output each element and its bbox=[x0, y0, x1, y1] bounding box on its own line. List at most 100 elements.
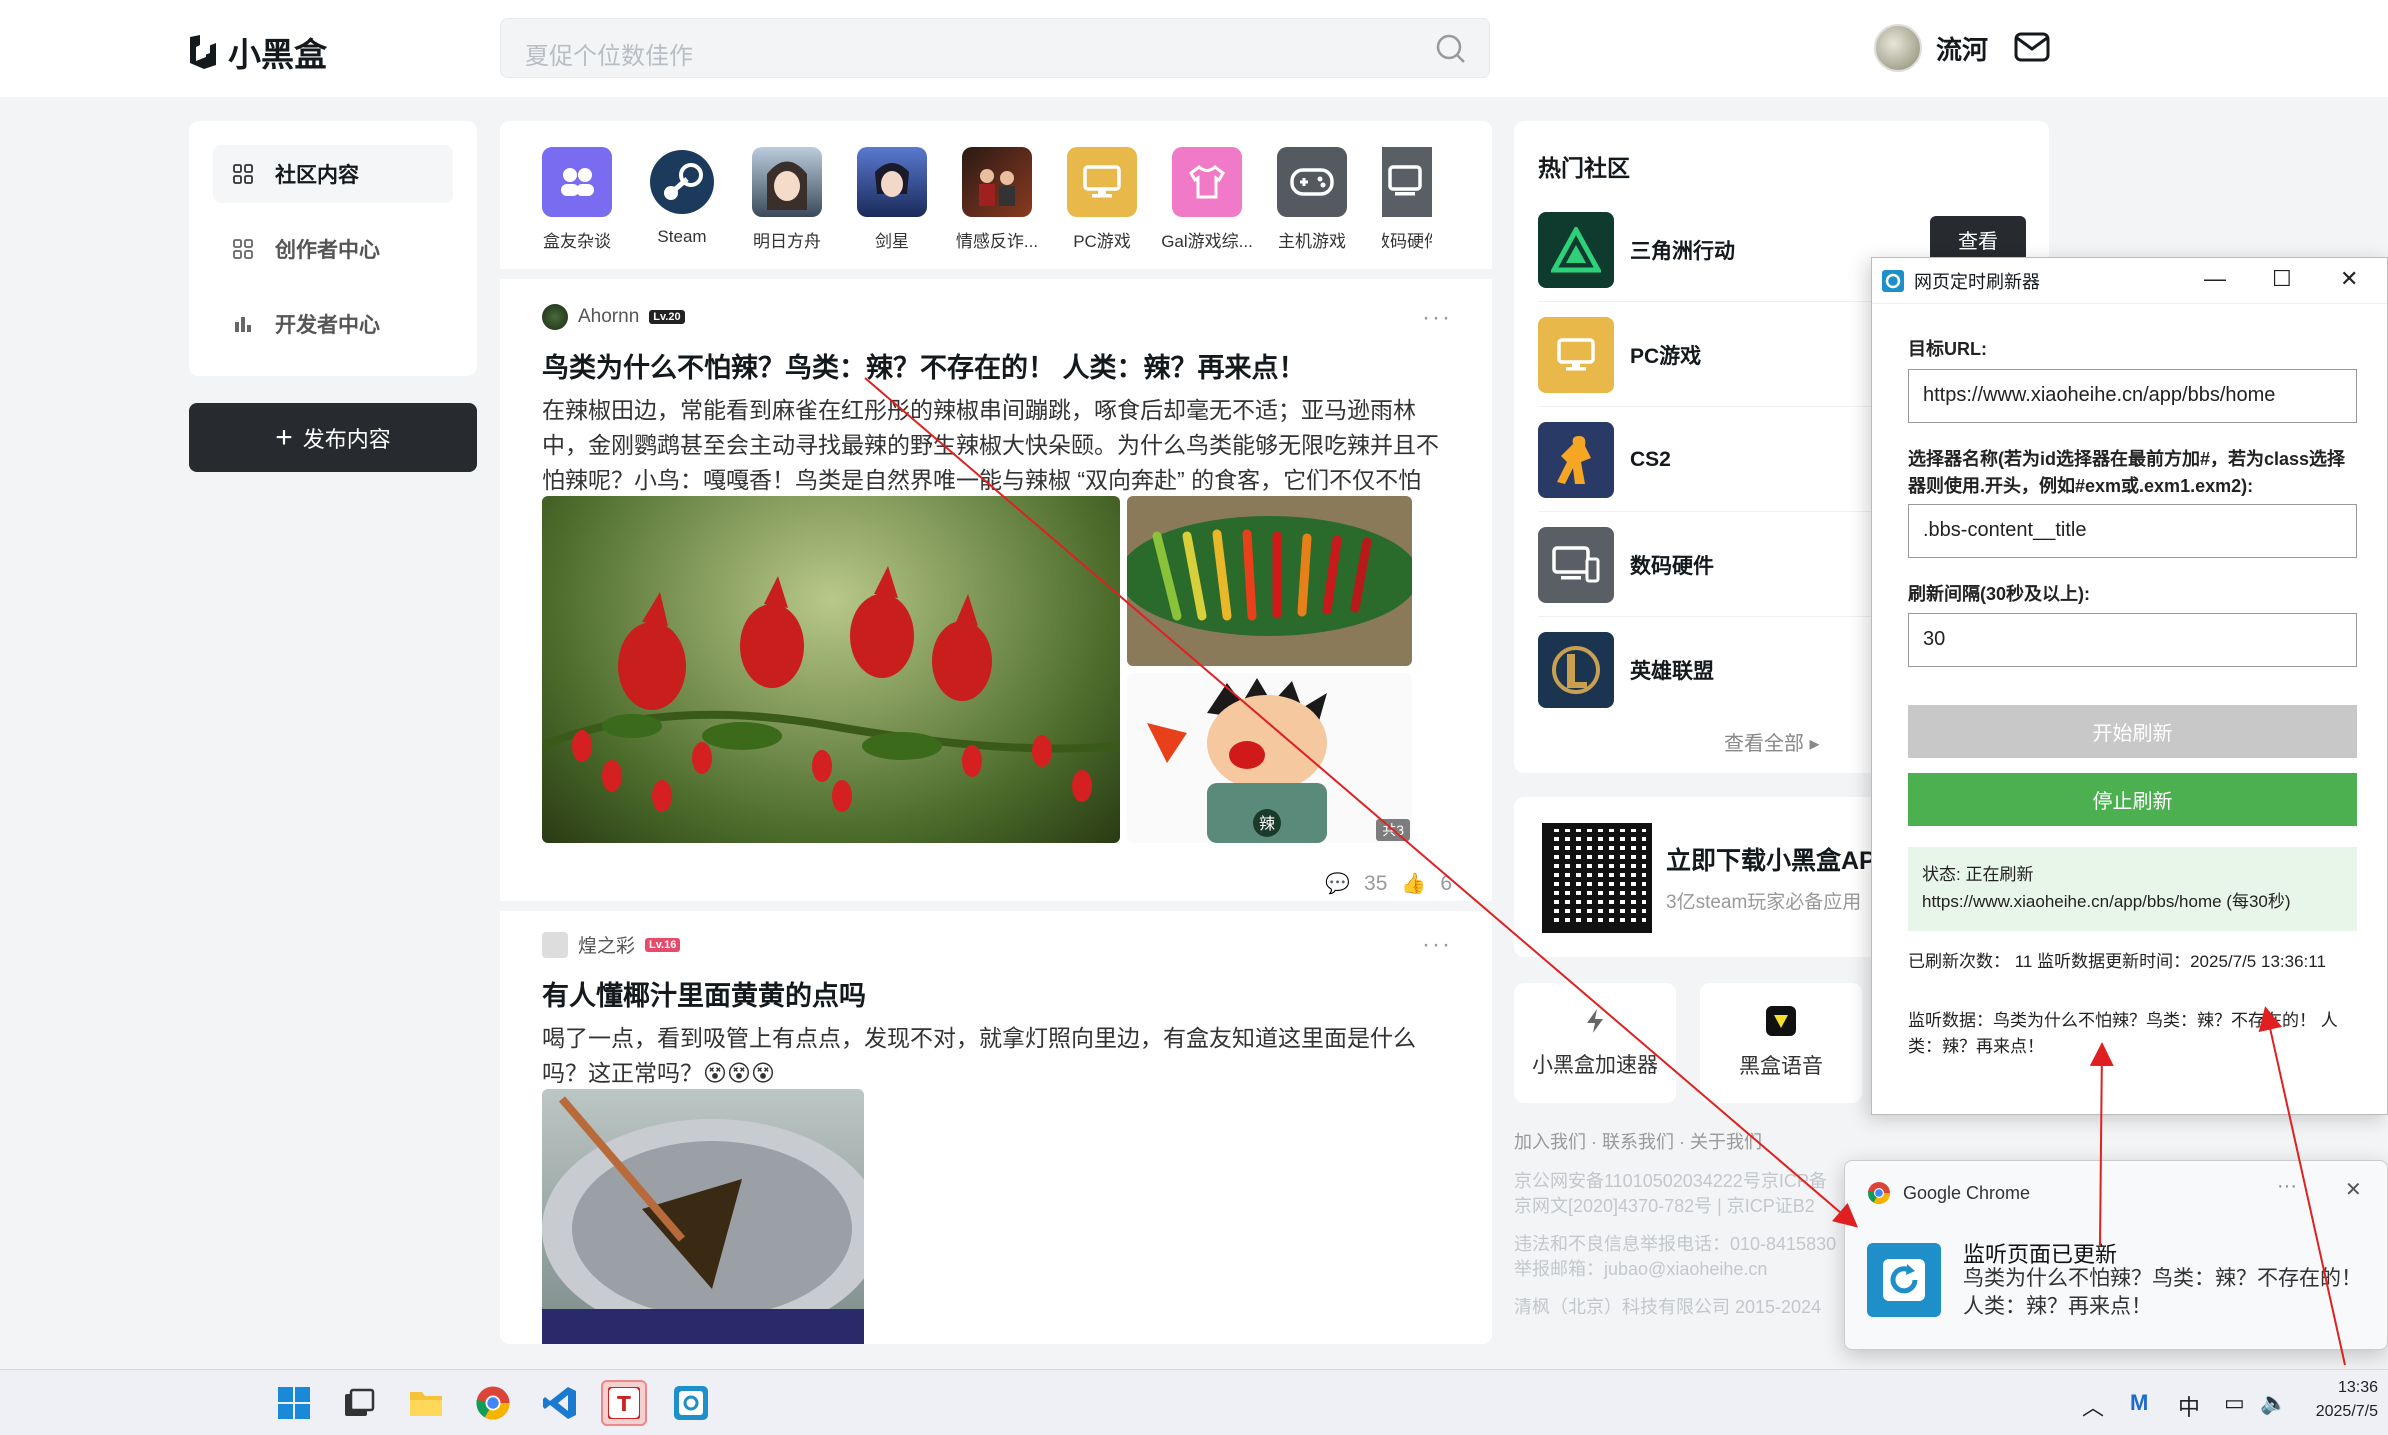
like-icon[interactable]: 👍 bbox=[1401, 871, 1426, 896]
chrome-icon[interactable] bbox=[470, 1380, 516, 1426]
typora-icon[interactable]: T bbox=[601, 1380, 647, 1426]
search-input[interactable]: 夏促个位数佳作 bbox=[500, 18, 1490, 78]
taskbar: T ︿ M 中 ▭ 🔈 13:36 2025/7/5 bbox=[0, 1369, 2388, 1435]
logo[interactable]: 小黑盒 bbox=[186, 28, 327, 76]
stellar-blade-icon bbox=[857, 147, 927, 217]
refresh-count: 已刷新次数： 11 监听数据更新时间：2025/7/5 13:36:11 bbox=[1908, 952, 2326, 971]
author-name[interactable]: 煌之彩 bbox=[578, 931, 635, 958]
post-card[interactable]: Ahornn Lv.20 ··· 鸟类为什么不怕辣？鸟类：辣？不存在的！ 人类：… bbox=[542, 304, 1452, 994]
chart-icon bbox=[235, 317, 251, 332]
start-button[interactable]: 开始刷新 bbox=[1908, 705, 2357, 758]
selector-label: 选择器名称(若为id选择器在最前方加#，若为class选择器则使用.开头，例如#… bbox=[1908, 449, 2346, 496]
ime-indicator[interactable]: 中 bbox=[2178, 1390, 2200, 1422]
chrome-notification[interactable]: Google Chrome ··· ✕ 监听页面已更新 鸟类为什么不怕辣？鸟类：… bbox=[1844, 1160, 2388, 1350]
post-title[interactable]: 有人懂椰汁里面黄黄的点吗 bbox=[542, 974, 1452, 1013]
footer-line: 京公网安备11010502034222号京ICP备 bbox=[1514, 1171, 1827, 1191]
svg-text:T: T bbox=[617, 1392, 631, 1416]
author-avatar[interactable] bbox=[542, 931, 568, 958]
selector-input[interactable]: .bbs-content__title bbox=[1908, 504, 2357, 558]
volume-icon[interactable]: 🔈 bbox=[2260, 1390, 2287, 1416]
vscode-icon[interactable] bbox=[537, 1380, 583, 1426]
category-item[interactable]: 数码硬件 bbox=[1382, 147, 1432, 269]
post-image-peppers[interactable] bbox=[1127, 496, 1412, 666]
mail-icon[interactable] bbox=[2014, 32, 2050, 62]
post-body[interactable]: 喝了一点，看到吸管上有点点，发现不对，就拿灯照向里边，有盒友知道这里面是什么吗？… bbox=[542, 1021, 1452, 1091]
interval-input[interactable]: 30 bbox=[1908, 613, 2357, 667]
more-icon[interactable]: ··· bbox=[1422, 304, 1452, 332]
notification-body: 鸟类为什么不怕辣？鸟类：辣？不存在的！ 人类：辣？再来点！ bbox=[1963, 1267, 2362, 1318]
user-profile[interactable]: 流河 bbox=[1874, 24, 1988, 72]
username[interactable]: 流河 bbox=[1936, 30, 1988, 67]
view-button[interactable]: 查看 bbox=[1930, 216, 2026, 262]
task-view-icon[interactable] bbox=[336, 1380, 382, 1426]
category-item[interactable]: 主机游戏 bbox=[1277, 147, 1347, 269]
mini-app-label: 小黑盒加速器 bbox=[1532, 1054, 1658, 1077]
footer-line: 清枫（北京）科技有限公司 2015-2024 bbox=[1514, 1297, 1822, 1317]
accelerator-card[interactable]: 小黑盒加速器 bbox=[1514, 983, 1676, 1103]
system-clock[interactable]: 13:36 2025/7/5 bbox=[2300, 1376, 2378, 1424]
close-icon[interactable]: ✕ bbox=[2340, 266, 2358, 292]
category-item[interactable]: Steam bbox=[647, 147, 717, 269]
qr-code bbox=[1542, 823, 1652, 933]
nav-item-community[interactable]: 社区内容 bbox=[213, 145, 453, 203]
community-name: CS2 bbox=[1630, 447, 1671, 471]
tray-chevron-icon[interactable]: ︿ bbox=[2082, 1390, 2104, 1422]
minimize-icon[interactable]: — bbox=[2204, 266, 2226, 292]
community-name: 英雄联盟 bbox=[1630, 660, 1714, 683]
refresher-app-icon[interactable] bbox=[668, 1380, 714, 1426]
category-label: 数码硬件 bbox=[1382, 232, 1432, 251]
window-titlebar[interactable]: 网页定时刷新器 bbox=[1872, 258, 2387, 304]
category-label: 主机游戏 bbox=[1278, 232, 1346, 251]
accelerator-icon bbox=[1587, 1009, 1603, 1033]
category-item[interactable]: 明日方舟 bbox=[752, 147, 822, 269]
arknights-icon bbox=[752, 147, 822, 217]
status-url: https://www.xiaoheihe.cn/app/bbs/home (每… bbox=[1922, 892, 2291, 911]
category-item[interactable]: PC游戏 bbox=[1067, 147, 1137, 269]
maximize-icon[interactable]: ☐ bbox=[2272, 266, 2292, 292]
top-bar: 小黑盒 夏促个位数佳作 流河 bbox=[0, 0, 2388, 97]
file-explorer-icon[interactable] bbox=[403, 1380, 449, 1426]
post-meta: Ahornn Lv.20 bbox=[542, 304, 1452, 330]
publish-button[interactable]: + 发布内容 bbox=[189, 403, 477, 472]
post-image-cartoon[interactable]: 辣 共3 bbox=[1127, 673, 1412, 843]
category-item[interactable]: 剑星 bbox=[857, 147, 927, 269]
voice-icon bbox=[1766, 1006, 1796, 1036]
see-all-link[interactable]: 查看全部 ▸ bbox=[1724, 727, 1820, 756]
category-item[interactable]: 盒友杂谈 bbox=[542, 147, 612, 269]
voice-card[interactable]: 黑盒语音 bbox=[1700, 983, 1862, 1103]
category-label: 剑星 bbox=[875, 232, 909, 251]
category-item[interactable]: 情感反诈... bbox=[956, 147, 1038, 269]
close-icon[interactable]: ✕ bbox=[2345, 1177, 2362, 1202]
clock-time: 13:36 bbox=[2337, 1379, 2378, 1396]
tray-app-icon[interactable]: M bbox=[2130, 1390, 2148, 1416]
more-icon[interactable]: ··· bbox=[2277, 1175, 2297, 1198]
author-name[interactable]: Ahornn bbox=[578, 306, 639, 328]
post-image-cardinals[interactable] bbox=[542, 496, 1120, 843]
footer-links[interactable]: 加入我们 · 联系我们 · 关于我们 bbox=[1514, 1128, 1762, 1154]
nav-item-developer[interactable]: 开发者中心 bbox=[213, 295, 453, 353]
stop-button[interactable]: 停止刷新 bbox=[1908, 773, 2357, 826]
post-image-can[interactable] bbox=[542, 1089, 864, 1344]
network-icon[interactable]: ▭ bbox=[2224, 1390, 2245, 1416]
post-title[interactable]: 鸟类为什么不怕辣？鸟类：辣？不存在的！ 人类：辣？再来点！ bbox=[542, 346, 1452, 385]
more-icon[interactable]: ··· bbox=[1422, 931, 1452, 959]
window-title: 网页定时刷新器 bbox=[1914, 271, 2040, 292]
pc-icon bbox=[1538, 316, 1614, 393]
nav-item-creator[interactable]: 创作者中心 bbox=[213, 220, 453, 278]
category-item[interactable]: Gal游戏综... bbox=[1161, 147, 1253, 269]
hot-title: 热门社区 bbox=[1538, 155, 1630, 181]
windows-start-icon[interactable] bbox=[271, 1380, 317, 1426]
search-icon[interactable] bbox=[1435, 33, 1467, 65]
footer-line: 京网文[2020]4370-782号 | 京ICP证B2 bbox=[1514, 1196, 1815, 1216]
notification-app: Google Chrome bbox=[1903, 1182, 2031, 1203]
url-label: 目标URL: bbox=[1908, 339, 1987, 359]
logo-icon bbox=[190, 35, 216, 69]
left-nav: 社区内容 创作者中心 开发者中心 bbox=[189, 121, 477, 376]
url-input[interactable]: https://www.xiaoheihe.cn/app/bbs/home bbox=[1908, 369, 2357, 423]
author-avatar[interactable] bbox=[542, 304, 568, 330]
footer-line: 举报邮箱：jubao@xiaoheihe.cn bbox=[1514, 1259, 1768, 1279]
status-box: 状态: 正在刷新 https://www.xiaoheihe.cn/app/bb… bbox=[1908, 847, 2357, 931]
avatar[interactable] bbox=[1874, 24, 1922, 72]
post-card[interactable]: 煌之彩 Lv.16 ··· 有人懂椰汁里面黄黄的点吗 喝了一点，看到吸管上有点点… bbox=[542, 931, 1452, 1344]
comment-icon[interactable]: 💬 bbox=[1325, 871, 1350, 896]
